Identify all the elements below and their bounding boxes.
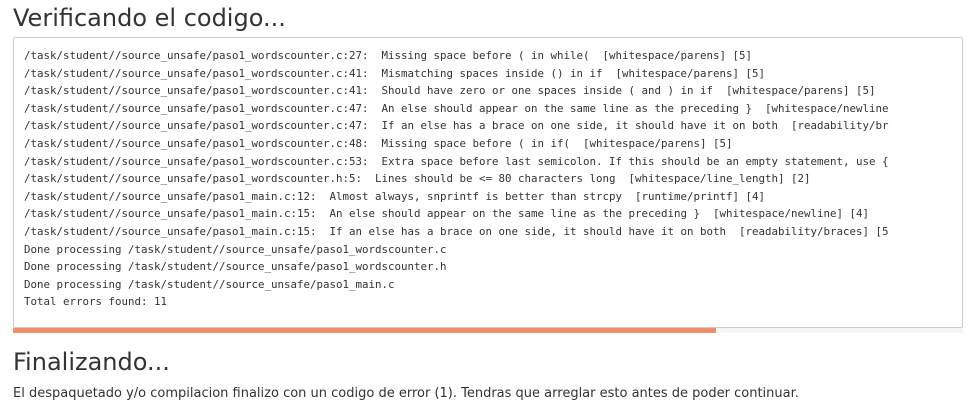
log-line: /task/student//source_unsafe/paso1_words… xyxy=(24,66,766,80)
log-line: Done processing /task/student//source_un… xyxy=(24,260,447,274)
log-line: /task/student//source_unsafe/paso1_words… xyxy=(24,84,876,98)
log-output-box[interactable]: /task/student//source_unsafe/paso1_words… xyxy=(13,37,963,328)
log-line: /task/student//source_unsafe/paso1_words… xyxy=(24,172,811,186)
log-line: Total errors found: 11 xyxy=(24,295,168,309)
log-line: /task/student//source_unsafe/paso1_words… xyxy=(24,136,733,150)
log-line: /task/student//source_unsafe/paso1_main.… xyxy=(24,224,889,238)
log-line: Done processing /task/student//source_un… xyxy=(24,242,447,256)
progress-bar xyxy=(13,328,963,333)
finalize-heading: Finalizando... xyxy=(13,348,170,376)
log-line: /task/student//source_unsafe/paso1_words… xyxy=(24,154,889,168)
verify-heading: Verificando el codigo... xyxy=(13,4,286,32)
final-error-message: El despaquetado y/o compilacion finalizo… xyxy=(13,386,799,401)
log-line: /task/student//source_unsafe/paso1_words… xyxy=(24,119,889,133)
log-line: /task/student//source_unsafe/paso1_main.… xyxy=(24,207,870,221)
log-line: /task/student//source_unsafe/paso1_words… xyxy=(24,49,753,62)
progress-bar-fill xyxy=(13,328,716,333)
log-line: /task/student//source_unsafe/paso1_words… xyxy=(24,101,889,115)
log-line: /task/student//source_unsafe/paso1_main.… xyxy=(24,189,766,203)
log-line: Done processing /task/student//source_un… xyxy=(24,277,395,291)
log-output: /task/student//source_unsafe/paso1_words… xyxy=(14,38,962,311)
